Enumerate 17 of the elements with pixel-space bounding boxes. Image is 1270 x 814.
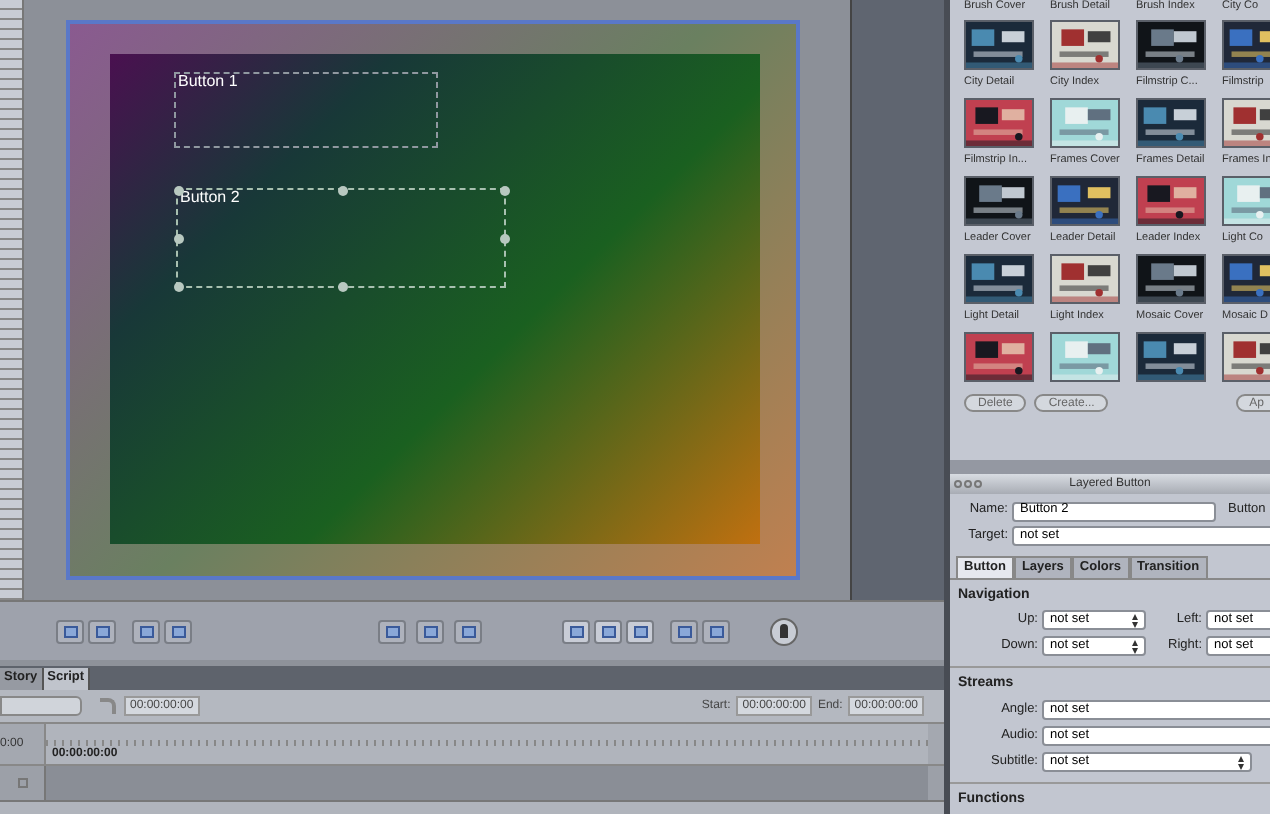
resize-handle[interactable] [174, 282, 184, 292]
resize-handle[interactable] [337, 186, 347, 196]
person-icon[interactable] [770, 617, 798, 645]
button-label: Button 1 [178, 74, 238, 90]
stepper-arrows-icon [1238, 755, 1244, 769]
button-hotspot[interactable]: Button 2 [176, 188, 506, 288]
button-hotspot[interactable]: Button 1 [174, 72, 438, 148]
resize-handle[interactable] [337, 282, 347, 292]
resize-handle[interactable] [500, 186, 510, 196]
stepper-arrows-icon [1132, 639, 1138, 653]
resize-handle[interactable] [174, 234, 184, 244]
lock-icon[interactable] [17, 778, 27, 788]
resize-handle[interactable] [500, 234, 510, 244]
dropdown[interactable] [0, 696, 82, 716]
resize-handle[interactable] [174, 186, 184, 196]
stepper-arrows-icon [1132, 613, 1138, 627]
button-label: Button 2 [180, 190, 240, 206]
